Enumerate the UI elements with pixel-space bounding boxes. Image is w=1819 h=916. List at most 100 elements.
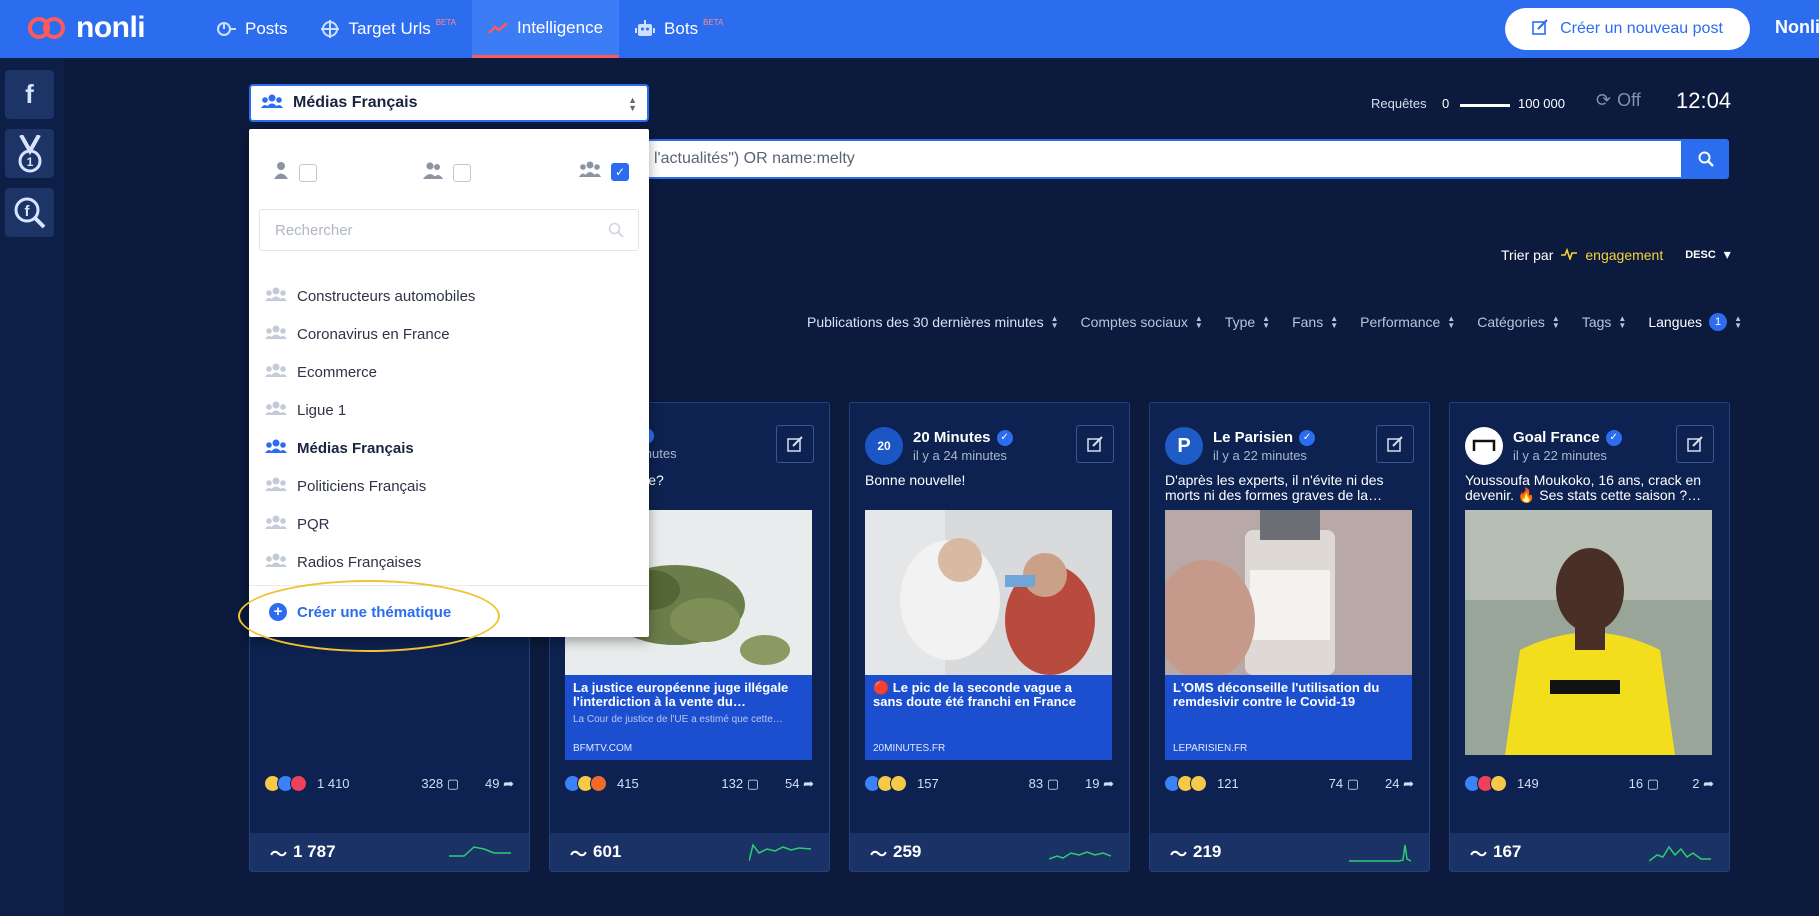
filter-label: Performance — [1360, 314, 1441, 330]
query-input[interactable]: l'actualités") OR name:melty — [640, 139, 1683, 179]
logo-text: nonli — [76, 11, 146, 44]
sort-arrows-icon: ▲ ▼ — [1050, 314, 1059, 330]
avatar — [1465, 427, 1503, 465]
list-item[interactable]: Constructeurs automobiles — [265, 287, 475, 305]
edit-post-button[interactable] — [1376, 425, 1414, 463]
list-item[interactable]: Radios Françaises — [265, 553, 421, 571]
post-image[interactable] — [865, 510, 1112, 675]
link-preview[interactable]: 🔴 Le pic de la seconde vague a sans dout… — [865, 675, 1112, 760]
comment-icon: ▢ — [446, 776, 459, 791]
person-icon — [273, 161, 289, 184]
type-option-single[interactable] — [273, 161, 317, 184]
edit-icon — [1532, 18, 1548, 40]
filter-social-accounts[interactable]: Comptes sociaux ▲ ▼ — [1081, 313, 1203, 331]
list-item[interactable]: Politiciens Français — [265, 477, 426, 495]
user-menu[interactable]: Nonli — [1775, 17, 1819, 38]
account-name-text: 20 Minutes — [913, 429, 991, 446]
post-card[interactable]: 20 20 Minutes ✓ il y a 24 minutes Bonne n… — [849, 402, 1130, 872]
post-time: il y a 22 minutes — [1513, 448, 1607, 463]
link-preview[interactable]: La justice européenne juge illégale l'in… — [565, 675, 812, 760]
sparkline — [1349, 844, 1411, 862]
verified-icon: ✓ — [1605, 429, 1622, 446]
theme-select-value: Médias Français — [293, 94, 418, 111]
filter-label: Publications des 30 dernières minutes — [807, 314, 1044, 330]
comment-count: 83 ▢ — [1029, 776, 1059, 792]
target-icon — [320, 19, 340, 39]
nav-intelligence[interactable]: Intelligence — [472, 0, 620, 58]
filter-label: Comptes sociaux — [1080, 314, 1188, 330]
query-search-button[interactable] — [1683, 139, 1729, 179]
nav-posts[interactable]: Posts — [200, 0, 304, 58]
pulse-icon: 〜 — [1470, 844, 1487, 864]
comment-icon: ▢ — [1646, 776, 1659, 791]
post-card[interactable]: Goal France ✓ il y a 22 minutes Youssoufa… — [1449, 402, 1730, 872]
filter-languages[interactable]: Langues 1 ▲ ▼ — [1648, 313, 1742, 331]
comment-count: 132 ▢ — [721, 776, 759, 792]
filter-performance[interactable]: Performance ▲ ▼ — [1360, 313, 1455, 331]
edit-post-button[interactable] — [776, 425, 814, 463]
nav-bots[interactable]: Bots BETA — [619, 0, 739, 58]
post-time: il y a 24 minutes — [913, 448, 1007, 463]
edit-post-button[interactable] — [1076, 425, 1114, 463]
sparkline — [1649, 845, 1711, 862]
theme-list[interactable]: Constructeurs automobiles Coronavirus en… — [249, 257, 649, 583]
share-count: 49 ➦ — [485, 776, 514, 792]
group-icon — [265, 401, 287, 419]
link-preview[interactable]: L'OMS déconseille l'utilisation du remde… — [1165, 675, 1412, 760]
theme-search-input[interactable]: Rechercher — [259, 209, 639, 251]
edit-icon — [787, 436, 803, 452]
medal-icon[interactable]: 1 — [5, 129, 54, 178]
sort-control[interactable]: Trier par engagement DESC ▾ — [1501, 246, 1731, 263]
edit-icon — [1687, 436, 1703, 452]
comment-count-value: 328 — [421, 776, 444, 791]
comment-count-value: 74 — [1328, 776, 1344, 791]
create-post-button[interactable]: Créer un nouveau post — [1505, 8, 1750, 50]
post-image[interactable] — [1155, 510, 1412, 680]
account-name[interactable]: Le Parisien ✓ — [1213, 429, 1316, 446]
score-value: 259 — [893, 842, 922, 861]
sort-arrows-icon: ▲ ▼ — [1551, 314, 1560, 330]
pulse-icon: 〜 — [270, 844, 287, 864]
comment-count: 328 ▢ — [421, 776, 459, 792]
sort-direction: DESC — [1685, 248, 1716, 261]
share-count-value: 24 — [1385, 776, 1400, 791]
filter-categories[interactable]: Catégories ▲ ▼ — [1477, 313, 1560, 331]
list-item[interactable]: Ecommerce — [265, 363, 377, 381]
list-item[interactable]: Ligue 1 — [265, 401, 346, 419]
filter-time-window[interactable]: Publications des 30 dernières minutes ▲ ▼ — [807, 313, 1059, 331]
type-option-pair[interactable] — [423, 161, 471, 184]
list-item-selected[interactable]: Médias Français — [265, 439, 414, 457]
list-item-label: Ligue 1 — [297, 401, 347, 419]
auto-refresh-toggle[interactable]: ⟳ Off — [1596, 90, 1641, 111]
filter-tags[interactable]: Tags ▲ ▼ — [1582, 313, 1627, 331]
list-item[interactable]: PQR — [265, 515, 330, 533]
list-item-label: Radios Françaises — [297, 553, 422, 571]
account-name[interactable]: Goal France ✓ — [1513, 429, 1622, 446]
facebook-search-icon[interactable]: f — [5, 188, 54, 237]
filter-label: Langues — [1648, 314, 1703, 330]
list-item-label: Coronavirus en France — [297, 325, 450, 343]
type-option-group[interactable]: ✓ — [579, 161, 629, 182]
single-checkbox[interactable] — [299, 163, 317, 182]
group-icon — [261, 94, 283, 113]
theme-select[interactable]: Médias Français ▲ ▼ — [249, 84, 649, 122]
nav-target-urls[interactable]: Target Urls BETA — [304, 0, 473, 58]
engagement-score: 〜 601 — [550, 833, 829, 871]
post-image[interactable] — [1465, 510, 1712, 755]
nonli-logo[interactable]: nonli — [28, 11, 146, 45]
list-item[interactable]: Coronavirus en France — [265, 325, 450, 343]
filter-type[interactable]: Type ▲ ▼ — [1225, 313, 1270, 331]
pair-checkbox[interactable] — [453, 163, 471, 182]
reaction-count: 1 410 — [317, 776, 350, 791]
reaction-count: 415 — [617, 776, 639, 791]
link-title: La justice européenne juge illégale l'in… — [573, 680, 789, 709]
account-name[interactable]: 20 Minutes ✓ — [913, 429, 1013, 446]
requests-slider[interactable] — [1460, 104, 1510, 107]
filter-fans[interactable]: Fans ▲ ▼ — [1292, 313, 1338, 331]
post-card[interactable]: P Le Parisien ✓ il y a 22 minutes D'après… — [1149, 402, 1430, 872]
edit-post-button[interactable] — [1676, 425, 1714, 463]
main-nav: Posts Target Urls BETA Intelligence Bots… — [200, 0, 739, 58]
group-checkbox[interactable]: ✓ — [611, 162, 629, 181]
facebook-icon[interactable]: f — [5, 70, 54, 119]
robot-icon — [635, 19, 656, 39]
